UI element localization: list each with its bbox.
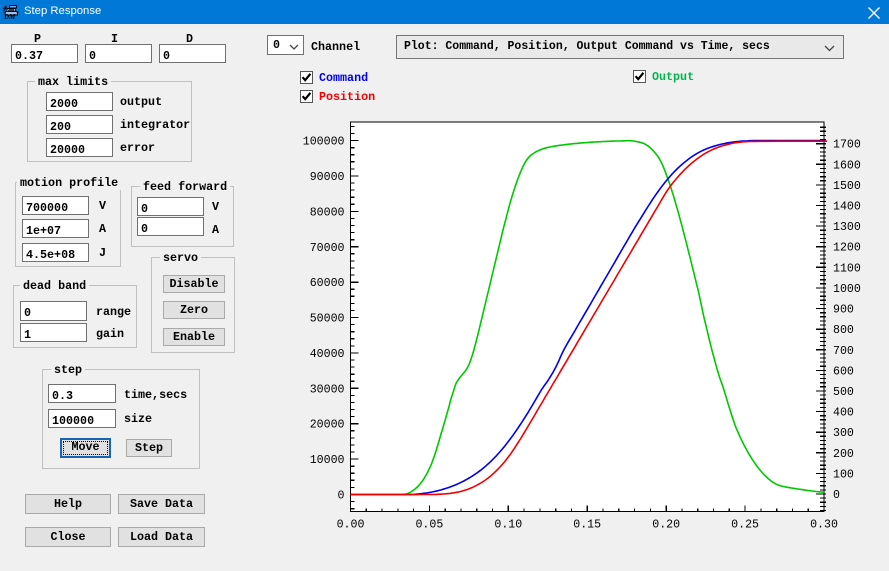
svg-text:90000: 90000 xyxy=(310,171,345,184)
svg-text:0.15: 0.15 xyxy=(573,519,601,532)
svg-text:10000: 10000 xyxy=(310,454,345,467)
svg-text:0.05: 0.05 xyxy=(415,519,443,532)
svg-text:300: 300 xyxy=(833,427,854,440)
svg-text:0.25: 0.25 xyxy=(731,519,759,532)
svg-text:1100: 1100 xyxy=(833,262,861,275)
svg-text:20000: 20000 xyxy=(310,419,345,432)
svg-text:600: 600 xyxy=(833,365,854,378)
svg-text:70000: 70000 xyxy=(310,242,345,255)
svg-text:1300: 1300 xyxy=(833,221,861,234)
svg-text:0.00: 0.00 xyxy=(337,519,365,532)
svg-text:100: 100 xyxy=(833,468,854,481)
svg-text:0.30: 0.30 xyxy=(810,519,838,532)
svg-text:50000: 50000 xyxy=(310,313,345,326)
svg-text:500: 500 xyxy=(833,386,854,399)
svg-text:800: 800 xyxy=(833,324,854,337)
svg-text:1200: 1200 xyxy=(833,242,861,255)
svg-text:1600: 1600 xyxy=(833,159,861,172)
svg-text:0: 0 xyxy=(833,489,840,502)
svg-text:100000: 100000 xyxy=(303,136,345,149)
svg-text:0.20: 0.20 xyxy=(652,519,680,532)
svg-text:1700: 1700 xyxy=(833,139,861,152)
svg-text:400: 400 xyxy=(833,407,854,420)
svg-text:700: 700 xyxy=(833,345,854,358)
svg-text:80000: 80000 xyxy=(310,206,345,219)
svg-text:1000: 1000 xyxy=(833,283,861,296)
svg-text:200: 200 xyxy=(833,448,854,461)
svg-text:60000: 60000 xyxy=(310,277,345,290)
svg-text:1400: 1400 xyxy=(833,201,861,214)
svg-text:1500: 1500 xyxy=(833,180,861,193)
svg-text:40000: 40000 xyxy=(310,348,345,361)
svg-text:0: 0 xyxy=(338,490,345,503)
svg-text:0.10: 0.10 xyxy=(494,519,522,532)
svg-text:900: 900 xyxy=(833,304,854,317)
svg-text:30000: 30000 xyxy=(310,383,345,396)
